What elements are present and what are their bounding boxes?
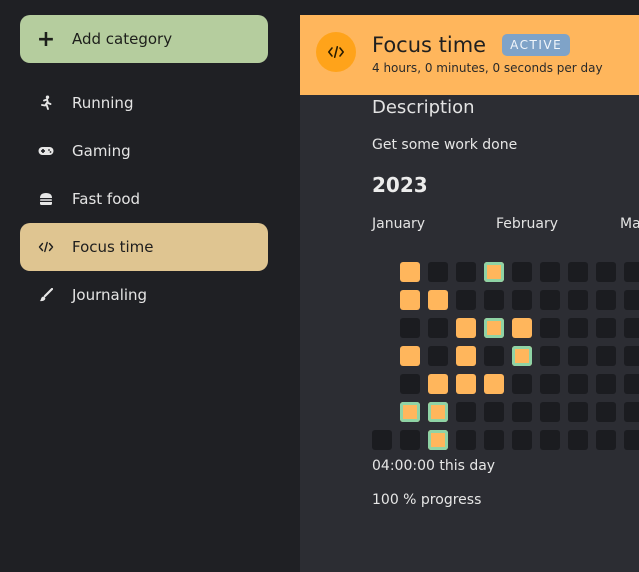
heatmap-day-cell[interactable] — [400, 402, 420, 422]
heatmap-day-cell[interactable] — [596, 318, 616, 338]
heatmap-day-cell[interactable] — [456, 374, 476, 394]
description-heading: Description — [372, 97, 475, 118]
heatmap-day-cell[interactable] — [540, 346, 560, 366]
heatmap-day-cell[interactable] — [568, 374, 588, 394]
heatmap-day-cell[interactable] — [568, 318, 588, 338]
heatmap-day-cell[interactable] — [596, 402, 616, 422]
year-label: 2023 — [372, 173, 428, 197]
month-label: February — [496, 216, 559, 232]
heatmap-day-cell[interactable] — [512, 290, 532, 310]
heatmap-day-cell[interactable] — [456, 346, 476, 366]
month-label: Ma — [620, 216, 639, 232]
heatmap-day-cell[interactable] — [624, 430, 639, 450]
heatmap-day-cell[interactable] — [428, 290, 448, 310]
brush-icon — [20, 288, 72, 302]
heatmap-day-cell[interactable] — [456, 402, 476, 422]
description-text: Get some work done — [372, 137, 518, 153]
sidebar: + Add category Running Gaming Fast food … — [0, 0, 288, 572]
heatmap-day-cell[interactable] — [484, 374, 504, 394]
heatmap-day-cell[interactable] — [456, 262, 476, 282]
burger-icon — [20, 192, 72, 206]
heatmap-day-cell[interactable] — [372, 430, 392, 450]
heatmap-day-cell[interactable] — [512, 374, 532, 394]
category-body: Description Get some work done 2023 Janu… — [300, 0, 639, 572]
heatmap-day-cell[interactable] — [428, 430, 448, 450]
heatmap-day-cell[interactable] — [624, 290, 639, 310]
heatmap-day-cell[interactable] — [568, 346, 588, 366]
month-label: January — [372, 216, 426, 232]
heatmap-day-cell[interactable] — [400, 374, 420, 394]
heatmap-day-cell[interactable] — [596, 290, 616, 310]
heatmap-day-cell[interactable] — [456, 318, 476, 338]
heatmap-day-cell[interactable] — [428, 374, 448, 394]
heatmap-day-cell[interactable] — [624, 402, 639, 422]
heatmap-day-cell[interactable] — [540, 262, 560, 282]
heatmap-day-cell[interactable] — [540, 290, 560, 310]
heatmap-day-cell[interactable] — [512, 318, 532, 338]
heatmap-day-cell[interactable] — [428, 402, 448, 422]
heatmap-day-cell[interactable] — [540, 430, 560, 450]
sidebar-item-label: Running — [72, 94, 134, 112]
running-icon — [20, 95, 72, 111]
heatmap-day-cell[interactable] — [568, 262, 588, 282]
heatmap-day-cell[interactable] — [540, 374, 560, 394]
heatmap-day-cell[interactable] — [624, 374, 639, 394]
heatmap-day-cell[interactable] — [540, 318, 560, 338]
heatmap-day-cell[interactable] — [624, 318, 639, 338]
heatmap-day-cell[interactable] — [484, 262, 504, 282]
heatmap-day-cell[interactable] — [400, 262, 420, 282]
heatmap-day-cell[interactable] — [596, 430, 616, 450]
plus-icon: + — [36, 26, 56, 52]
add-category-button[interactable]: + Add category — [20, 15, 268, 63]
sidebar-item-fast-food[interactable]: Fast food — [20, 175, 268, 223]
progress-stat: 100 % progress — [372, 492, 482, 508]
heatmap-day-cell[interactable] — [512, 430, 532, 450]
gamepad-icon — [20, 145, 72, 157]
heatmap-day-cell[interactable] — [484, 430, 504, 450]
sidebar-item-label: Fast food — [72, 190, 141, 208]
sidebar-item-gaming[interactable]: Gaming — [20, 127, 268, 175]
heatmap-day-cell[interactable] — [512, 262, 532, 282]
heatmap-day-cell[interactable] — [456, 430, 476, 450]
heatmap-day-cell[interactable] — [400, 290, 420, 310]
heatmap-day-cell[interactable] — [428, 318, 448, 338]
heatmap-day-cell[interactable] — [596, 346, 616, 366]
sidebar-item-running[interactable]: Running — [20, 79, 268, 127]
heatmap-day-cell[interactable] — [484, 402, 504, 422]
code-icon — [20, 241, 72, 253]
day-duration-stat: 04:00:00 this day — [372, 458, 496, 474]
add-category-label: Add category — [72, 30, 173, 48]
heatmap-day-cell[interactable] — [540, 402, 560, 422]
sidebar-item-journaling[interactable]: Journaling — [20, 271, 268, 319]
heatmap-day-cell[interactable] — [400, 430, 420, 450]
heatmap-day-cell[interactable] — [428, 262, 448, 282]
heatmap-day-cell[interactable] — [512, 346, 532, 366]
sidebar-item-label: Focus time — [72, 238, 154, 256]
heatmap-day-cell[interactable] — [400, 346, 420, 366]
heatmap-day-cell[interactable] — [484, 346, 504, 366]
sidebar-item-focus-time[interactable]: Focus time — [20, 223, 268, 271]
heatmap-day-cell[interactable] — [568, 402, 588, 422]
heatmap-day-cell[interactable] — [428, 346, 448, 366]
heatmap-day-cell[interactable] — [484, 318, 504, 338]
heatmap-day-cell[interactable] — [568, 430, 588, 450]
sidebar-item-label: Journaling — [72, 286, 148, 304]
sidebar-item-label: Gaming — [72, 142, 131, 160]
heatmap-day-cell[interactable] — [456, 290, 476, 310]
heatmap-day-cell[interactable] — [568, 290, 588, 310]
heatmap-day-cell[interactable] — [400, 318, 420, 338]
heatmap-day-cell[interactable] — [596, 374, 616, 394]
heatmap-day-cell[interactable] — [624, 262, 639, 282]
heatmap-day-cell[interactable] — [624, 346, 639, 366]
heatmap-day-cell[interactable] — [484, 290, 504, 310]
heatmap-day-cell[interactable] — [512, 402, 532, 422]
heatmap-day-cell[interactable] — [596, 262, 616, 282]
